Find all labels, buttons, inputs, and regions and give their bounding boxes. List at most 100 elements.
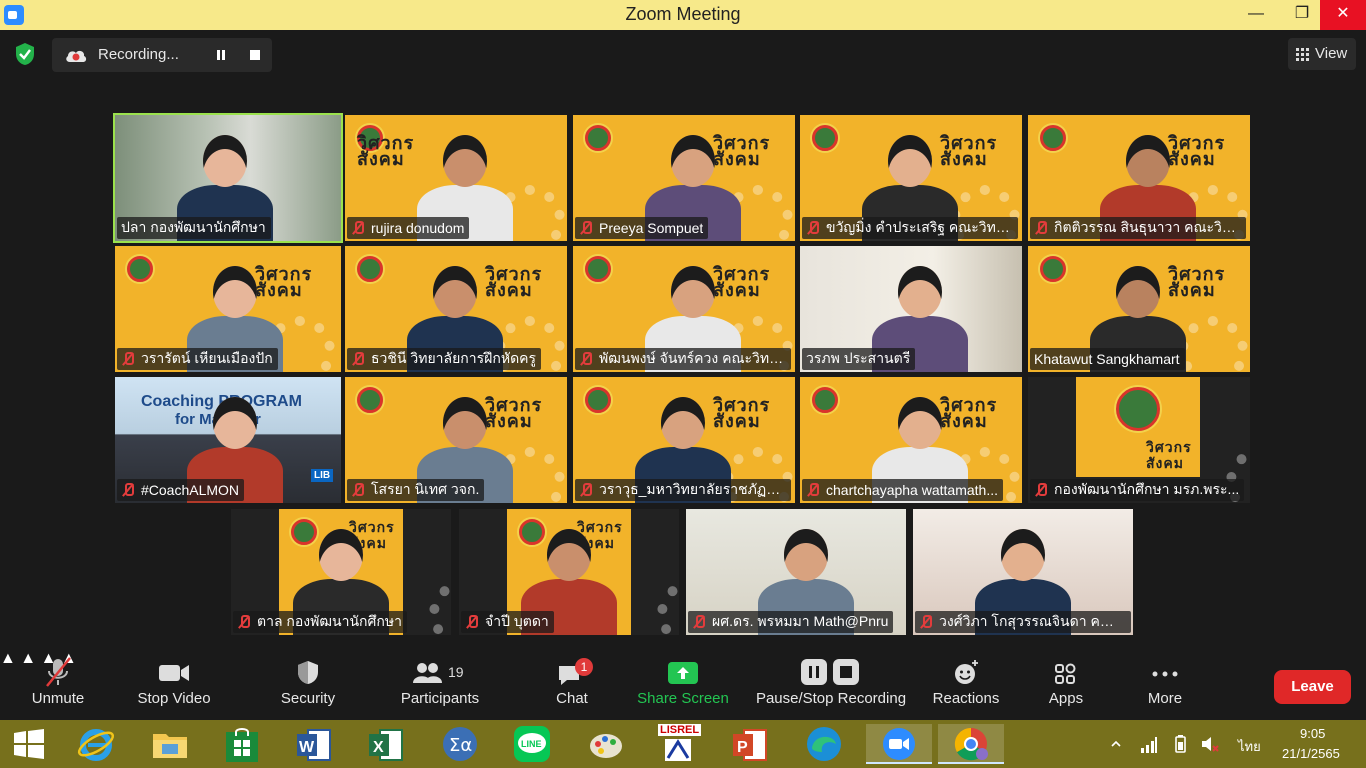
- participant-tile[interactable]: วรภพ ประสานตรี: [800, 246, 1022, 372]
- taskbar-paint[interactable]: [580, 724, 632, 764]
- participant-head: [319, 529, 363, 581]
- participant-tile[interactable]: วิศวกร สังคม ตาล กองพัฒนานักศึกษา: [231, 509, 451, 635]
- participant-tile[interactable]: วิศวกร สังคม วรารัตน์ เหียนเมืองปัก: [115, 246, 341, 372]
- apps-icon: [1055, 663, 1076, 684]
- participant-head: [1126, 135, 1170, 187]
- participant-name-bar: กองพัฒนานักศึกษา มรภ.พระ...: [1030, 479, 1245, 501]
- stop-recording-icon[interactable]: [242, 44, 268, 66]
- participant-head: [671, 266, 715, 318]
- participant-name: วงศ์วิภา โกสุวรรณจินดา คณะ...: [939, 613, 1126, 629]
- reactions-smiley-icon: [955, 660, 978, 684]
- participant-name-bar: ปลา กองพัฒนานักศึกษา: [117, 217, 271, 239]
- participant-name: จำปี บุตดา: [485, 613, 549, 629]
- pause-recording-icon[interactable]: [208, 44, 234, 66]
- participant-tile[interactable]: วิศวกร สังคม พัฒนพงษ์ จันทร์ควง คณะวิทย...: [573, 246, 795, 372]
- taskbar-powerpoint[interactable]: P: [724, 724, 776, 764]
- participant-name: rujira donudom: [371, 220, 465, 236]
- close-button[interactable]: ✕: [1320, 0, 1366, 30]
- taskbar-edge[interactable]: [798, 724, 850, 764]
- taskbar-excel[interactable]: X: [360, 724, 412, 764]
- window-title: Zoom Meeting: [625, 4, 741, 24]
- participant-name-bar: จำปี บุตดา: [461, 611, 554, 633]
- taskbar-store[interactable]: [216, 724, 268, 764]
- view-button[interactable]: View: [1288, 38, 1356, 70]
- recording-indicator: Recording...: [52, 38, 272, 72]
- windows-taskbar: W X Σα LINE LISREL P ไทย 9:05 21/1/2565: [0, 720, 1366, 768]
- chat-button[interactable]: 1 Chat: [548, 656, 596, 716]
- university-seal-icon: [1116, 387, 1160, 431]
- taskbar-word[interactable]: W: [288, 724, 340, 764]
- participant-name-bar: ตาล กองพัฒนานักศึกษา: [233, 611, 407, 633]
- participant-tile[interactable]: ผศ.ดร. พรหมมา Math@Pnru: [686, 509, 906, 635]
- participant-tile[interactable]: วิศวกร สังคม Khatawut Sangkhamart: [1028, 246, 1250, 372]
- more-button[interactable]: More: [1140, 656, 1190, 716]
- participant-tile[interactable]: วิศวกร สังคม วราวุธ_มหาวิทยาลัยราชภัฏพร...: [573, 377, 795, 503]
- clock-date[interactable]: 21/1/2565: [1282, 746, 1340, 764]
- security-label: Security: [280, 690, 336, 707]
- audio-options-caret[interactable]: ▲: [0, 650, 16, 667]
- apps-button[interactable]: Apps: [1042, 656, 1090, 716]
- participant-head: [213, 266, 257, 318]
- taskbar-ie[interactable]: [70, 724, 122, 764]
- participant-tile[interactable]: วงศ์วิภา โกสุวรรณจินดา คณะ...: [913, 509, 1133, 635]
- mic-muted-icon: [806, 483, 820, 497]
- taskbar-file-explorer[interactable]: [144, 724, 196, 764]
- chrome-browser-icon: [954, 727, 988, 761]
- encryption-shield-icon[interactable]: [14, 42, 36, 66]
- taskbar-line[interactable]: LINE: [506, 724, 558, 764]
- windows-start-icon[interactable]: [12, 727, 46, 761]
- brand-line1: วิศวกร: [1146, 439, 1192, 455]
- mic-muted-icon: [919, 615, 933, 629]
- taskbar-chrome[interactable]: [938, 724, 1004, 764]
- participant-name: #CoachALMON: [141, 482, 240, 498]
- volume-muted-icon[interactable]: [1200, 734, 1220, 754]
- taskbar-lisrel[interactable]: LISREL: [652, 724, 704, 764]
- grid-view-icon: [1296, 48, 1309, 61]
- participants-label: Participants: [400, 690, 480, 707]
- mic-muted-icon: [579, 221, 593, 235]
- participant-tile[interactable]: วิศวกร สังคม จำปี บุตดา: [459, 509, 679, 635]
- pause-recording-toolbar-icon: [801, 659, 827, 685]
- clock-time[interactable]: 9:05: [1300, 726, 1325, 744]
- network-signal-icon[interactable]: [1140, 736, 1158, 754]
- taskbar-math-app[interactable]: Σα: [434, 724, 486, 764]
- participant-name: Khatawut Sangkhamart: [1034, 351, 1180, 367]
- battery-icon[interactable]: [1170, 734, 1190, 754]
- participant-tile[interactable]: Coaching PROGRAMfor ManagerLIB#CoachALMO…: [115, 377, 341, 503]
- view-label: View: [1315, 45, 1348, 62]
- reactions-button[interactable]: Reactions: [930, 656, 1002, 716]
- participant-tile[interactable]: วิศวกร สังคม rujira donudom: [345, 115, 567, 241]
- title-bar: Zoom Meeting — ❐ ✕: [0, 0, 1366, 30]
- powerpoint-icon: P: [733, 729, 767, 761]
- maximize-button[interactable]: ❐: [1279, 0, 1325, 30]
- unmute-button[interactable]: Unmute: [22, 656, 94, 716]
- share-screen-button[interactable]: Share Screen: [636, 656, 730, 716]
- reactions-label: Reactions: [932, 690, 1000, 707]
- leave-button[interactable]: Leave: [1274, 670, 1351, 704]
- input-language[interactable]: ไทย: [1238, 736, 1261, 756]
- store-bag-icon: [226, 728, 258, 762]
- participant-tile[interactable]: วิศวกร สังคม โสรยา นิเทศ วจก.: [345, 377, 567, 503]
- participant-name: ธวชินี วิทยาลัยการฝึกหัดครู: [371, 350, 537, 366]
- stop-recording-toolbar-icon: [833, 659, 859, 685]
- participant-tile[interactable]: วิศวกร สังคม ธวชินี วิทยาลัยการฝึกหัดครู: [345, 246, 567, 372]
- participant-name-bar: rujira donudom: [347, 217, 470, 239]
- pause-stop-recording-button[interactable]: Pause/Stop Recording: [754, 656, 908, 716]
- show-hidden-icons-arrow[interactable]: [1110, 738, 1122, 750]
- participant-tile[interactable]: วิศวกร สังคม chartchayapha wattamath...: [800, 377, 1022, 503]
- stop-video-button[interactable]: Stop Video: [132, 656, 216, 716]
- participant-tile[interactable]: ปลา กองพัฒนานักศึกษา: [113, 113, 343, 243]
- participant-name-bar: วรารัตน์ เหียนเมืองปัก: [117, 348, 278, 370]
- participant-name-bar: วงศ์วิภา โกสุวรรณจินดา คณะ...: [915, 611, 1131, 633]
- security-button[interactable]: Security: [275, 656, 341, 716]
- minimize-button[interactable]: —: [1233, 0, 1279, 30]
- participant-tile[interactable]: วิศวกร สังคม Preeya Sompuet: [573, 115, 795, 241]
- participants-button[interactable]: 19 Participants: [398, 656, 482, 716]
- participant-name-bar: วราวุธ_มหาวิทยาลัยราชภัฏพร...: [575, 479, 791, 501]
- participant-tile[interactable]: วิศวกร สังคม กองพัฒนานักศึกษา มรภ.พระ...: [1028, 377, 1250, 503]
- participant-tile[interactable]: วิศวกร สังคม กิตติวรรณ สินธุนาวา คณะวิท...: [1028, 115, 1250, 241]
- taskbar-zoom[interactable]: [866, 724, 932, 764]
- participant-name-bar: พัฒนพงษ์ จันทร์ควง คณะวิทย...: [575, 348, 791, 370]
- participant-tile[interactable]: วิศวกร สังคม ขวัญมิ่ง คำประเสริฐ คณะวิทยา.…: [800, 115, 1022, 241]
- participant-name-bar: #CoachALMON: [117, 479, 245, 501]
